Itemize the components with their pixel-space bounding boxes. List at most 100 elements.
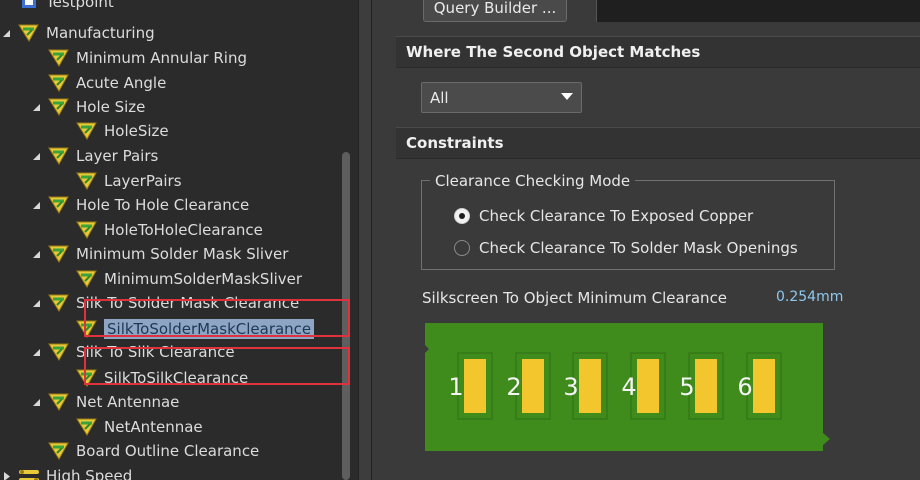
clearance-diagram: 1 2 3 4 5 6 xyxy=(425,323,830,451)
clearance-label: Silkscreen To Object Minimum Clearance xyxy=(422,289,728,307)
radio-unchecked-icon[interactable] xyxy=(454,240,470,256)
tree-item[interactable]: Acute Angle xyxy=(30,71,166,95)
pad-number-label: 2 xyxy=(506,373,521,401)
tree-item[interactable]: HoleSize xyxy=(58,119,169,143)
caret-spacer xyxy=(0,0,12,8)
caret-expanded-icon[interactable] xyxy=(0,27,12,39)
tree-item-label: Minimum Annular Ring xyxy=(76,49,247,67)
caret-expanded-icon[interactable] xyxy=(30,297,42,309)
pad xyxy=(637,359,659,413)
pad xyxy=(579,359,601,413)
rule-icon xyxy=(48,392,70,412)
tree-item[interactable]: MinimumSolderMaskSliver xyxy=(58,267,302,291)
tree-item-label: Board Outline Clearance xyxy=(76,442,260,460)
tree-item[interactable]: High Speed xyxy=(0,464,132,480)
tree-item-label: HoleToHoleClearance xyxy=(104,221,263,239)
rule-icon xyxy=(76,171,98,191)
rule-icon xyxy=(48,195,70,215)
pad xyxy=(464,359,486,413)
tree-item-label: MinimumSolderMaskSliver xyxy=(104,270,303,288)
caret-spacer xyxy=(30,52,42,64)
constraints-section-header: Constraints xyxy=(396,127,920,159)
caret-spacer xyxy=(58,125,70,137)
rule-icon xyxy=(48,342,70,362)
second-object-section-header: Where The Second Object Matches xyxy=(396,36,920,68)
rule-icon xyxy=(48,48,70,68)
pad xyxy=(695,359,717,413)
tree-item[interactable]: Testpoint xyxy=(0,0,114,14)
high-speed-icon xyxy=(18,466,40,480)
rule-editor-panel: Query Builder ... Where The Second Objec… xyxy=(372,0,920,480)
radio-checked-icon[interactable] xyxy=(454,208,470,224)
chevron-down-icon xyxy=(561,93,573,100)
clearance-mode-title: Clearance Checking Mode xyxy=(430,172,636,190)
highlight-box-silk-to-solder xyxy=(84,299,350,337)
pad-number-label: 3 xyxy=(563,373,578,401)
rule-icon xyxy=(48,146,70,166)
tree-item[interactable]: HoleToHoleClearance xyxy=(58,218,263,242)
tree-item[interactable]: Hole To Hole Clearance xyxy=(30,193,249,217)
rules-tree-panel: Testpoint Manufacturing Minimum Annular Ri… xyxy=(0,0,358,480)
rule-icon xyxy=(48,293,70,313)
tree-item[interactable]: Net Antennae xyxy=(30,390,179,414)
rule-category-icon xyxy=(18,23,40,43)
tree-item-label: HoleSize xyxy=(104,122,169,140)
query-builder-button[interactable]: Query Builder ... xyxy=(423,0,567,22)
tree-item[interactable]: NetAntennae xyxy=(58,415,203,439)
pad-number-label: 1 xyxy=(448,373,463,401)
radio-solder-mask-openings[interactable]: Check Clearance To Solder Mask Openings xyxy=(454,237,798,259)
tree-item-label: Hole To Hole Clearance xyxy=(76,196,250,214)
rule-icon xyxy=(76,121,98,141)
tree-item[interactable]: Hole Size xyxy=(30,95,145,119)
caret-spacer xyxy=(58,421,70,433)
rule-icon xyxy=(76,269,98,289)
tree-item-label: Hole Size xyxy=(76,98,146,116)
blue-rule-icon xyxy=(18,0,40,12)
tree-item-label: Manufacturing xyxy=(46,24,155,42)
rule-icon xyxy=(48,73,70,93)
caret-spacer xyxy=(58,175,70,187)
clearance-mode-group: Clearance Checking Mode Check Clearance … xyxy=(421,172,835,270)
caret-spacer xyxy=(58,224,70,236)
highlight-box-silk-to-silk xyxy=(84,347,350,385)
constraints-header-text: Constraints xyxy=(406,134,504,152)
match-select-value: All xyxy=(430,88,449,107)
caret-collapsed-icon[interactable] xyxy=(0,470,12,480)
caret-spacer xyxy=(58,273,70,285)
caret-expanded-icon[interactable] xyxy=(30,150,42,162)
tree-item-label: High Speed xyxy=(46,467,133,480)
rule-icon xyxy=(76,417,98,437)
query-text-field[interactable] xyxy=(596,0,920,22)
pad-number-label: 5 xyxy=(679,373,694,401)
pad-number-label: 6 xyxy=(737,373,752,401)
caret-expanded-icon[interactable] xyxy=(30,346,42,358)
clearance-value[interactable]: 0.254mm xyxy=(776,289,843,305)
tree-item-label: Layer Pairs xyxy=(76,147,159,165)
caret-expanded-icon[interactable] xyxy=(30,101,42,113)
tree-item[interactable]: Minimum Annular Ring xyxy=(30,46,247,70)
tree-item[interactable]: Minimum Solder Mask Sliver xyxy=(30,242,288,266)
caret-expanded-icon[interactable] xyxy=(30,396,42,408)
radio-exposed-copper[interactable]: Check Clearance To Exposed Copper xyxy=(454,205,753,227)
caret-spacer xyxy=(30,77,42,89)
pad xyxy=(753,359,775,413)
caret-spacer xyxy=(58,323,70,335)
radio-solder-mask-openings-label: Check Clearance To Solder Mask Openings xyxy=(479,239,798,257)
tree-item-label: Testpoint xyxy=(46,0,114,11)
second-object-match-select[interactable]: All xyxy=(421,82,582,113)
tree-item-label: Minimum Solder Mask Sliver xyxy=(76,245,289,263)
radio-exposed-copper-label: Check Clearance To Exposed Copper xyxy=(479,207,754,225)
tree-item[interactable]: LayerPairs xyxy=(58,169,182,193)
caret-spacer xyxy=(58,372,70,384)
tree-item[interactable]: Board Outline Clearance xyxy=(30,439,259,463)
pad xyxy=(522,359,544,413)
tree-item[interactable]: Manufacturing xyxy=(0,21,155,45)
rule-icon xyxy=(48,244,70,264)
caret-expanded-icon[interactable] xyxy=(30,199,42,211)
panel-splitter[interactable] xyxy=(358,0,372,480)
second-object-header-text: Where The Second Object Matches xyxy=(406,43,701,61)
rule-icon xyxy=(76,220,98,240)
tree-item[interactable]: Layer Pairs xyxy=(30,144,158,168)
caret-expanded-icon[interactable] xyxy=(30,248,42,260)
tree-item-label: LayerPairs xyxy=(104,172,182,190)
